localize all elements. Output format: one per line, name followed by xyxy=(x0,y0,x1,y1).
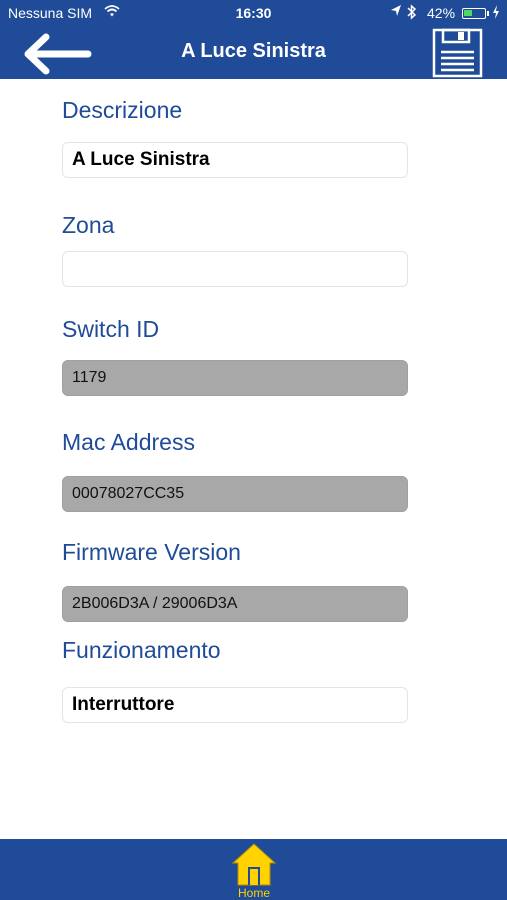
switch-id-label: Switch ID xyxy=(62,316,160,342)
firmware-version-field: 2B006D3A / 29006D3A xyxy=(62,586,408,622)
descrizione-label: Descrizione xyxy=(62,97,183,123)
switch-id-field: 1179 xyxy=(62,360,408,396)
save-button[interactable] xyxy=(432,28,484,78)
bluetooth-icon xyxy=(407,4,417,23)
tab-home[interactable]: Home xyxy=(228,841,280,900)
zona-label: Zona xyxy=(62,212,115,238)
battery-icon xyxy=(462,8,486,19)
floppy-save-icon xyxy=(432,28,483,78)
battery-percent: 42% xyxy=(427,5,456,21)
switch-id-value: 1179 xyxy=(72,369,107,386)
page-title: A Luce Sinistra xyxy=(181,40,326,62)
mac-address-label: Mac Address xyxy=(62,429,195,455)
descrizione-value: A Luce Sinistra xyxy=(72,149,210,170)
back-button[interactable] xyxy=(24,31,94,77)
funzionamento-field[interactable]: Interruttore xyxy=(62,687,408,723)
charging-icon xyxy=(492,4,500,23)
tab-bar: Home xyxy=(0,839,507,900)
location-icon xyxy=(390,4,402,21)
mac-address-field: 00078027CC35 xyxy=(62,476,408,512)
battery-tip xyxy=(487,11,489,16)
zona-field[interactable] xyxy=(62,251,408,287)
firmware-version-value: 2B006D3A / 29006D3A xyxy=(72,595,238,612)
status-bar: Nessuna SIM 16:30 42% xyxy=(0,0,507,28)
descrizione-field[interactable]: A Luce Sinistra xyxy=(62,142,408,178)
home-icon xyxy=(231,843,277,886)
firmware-version-label: Firmware Version xyxy=(62,539,241,565)
mac-address-value: 00078027CC35 xyxy=(72,485,185,502)
arrow-left-icon xyxy=(24,33,92,75)
funzionamento-label: Funzionamento xyxy=(62,637,221,663)
navigation-bar: A Luce Sinistra xyxy=(0,28,507,79)
funzionamento-value: Interruttore xyxy=(72,694,175,715)
home-label: Home xyxy=(237,886,270,900)
